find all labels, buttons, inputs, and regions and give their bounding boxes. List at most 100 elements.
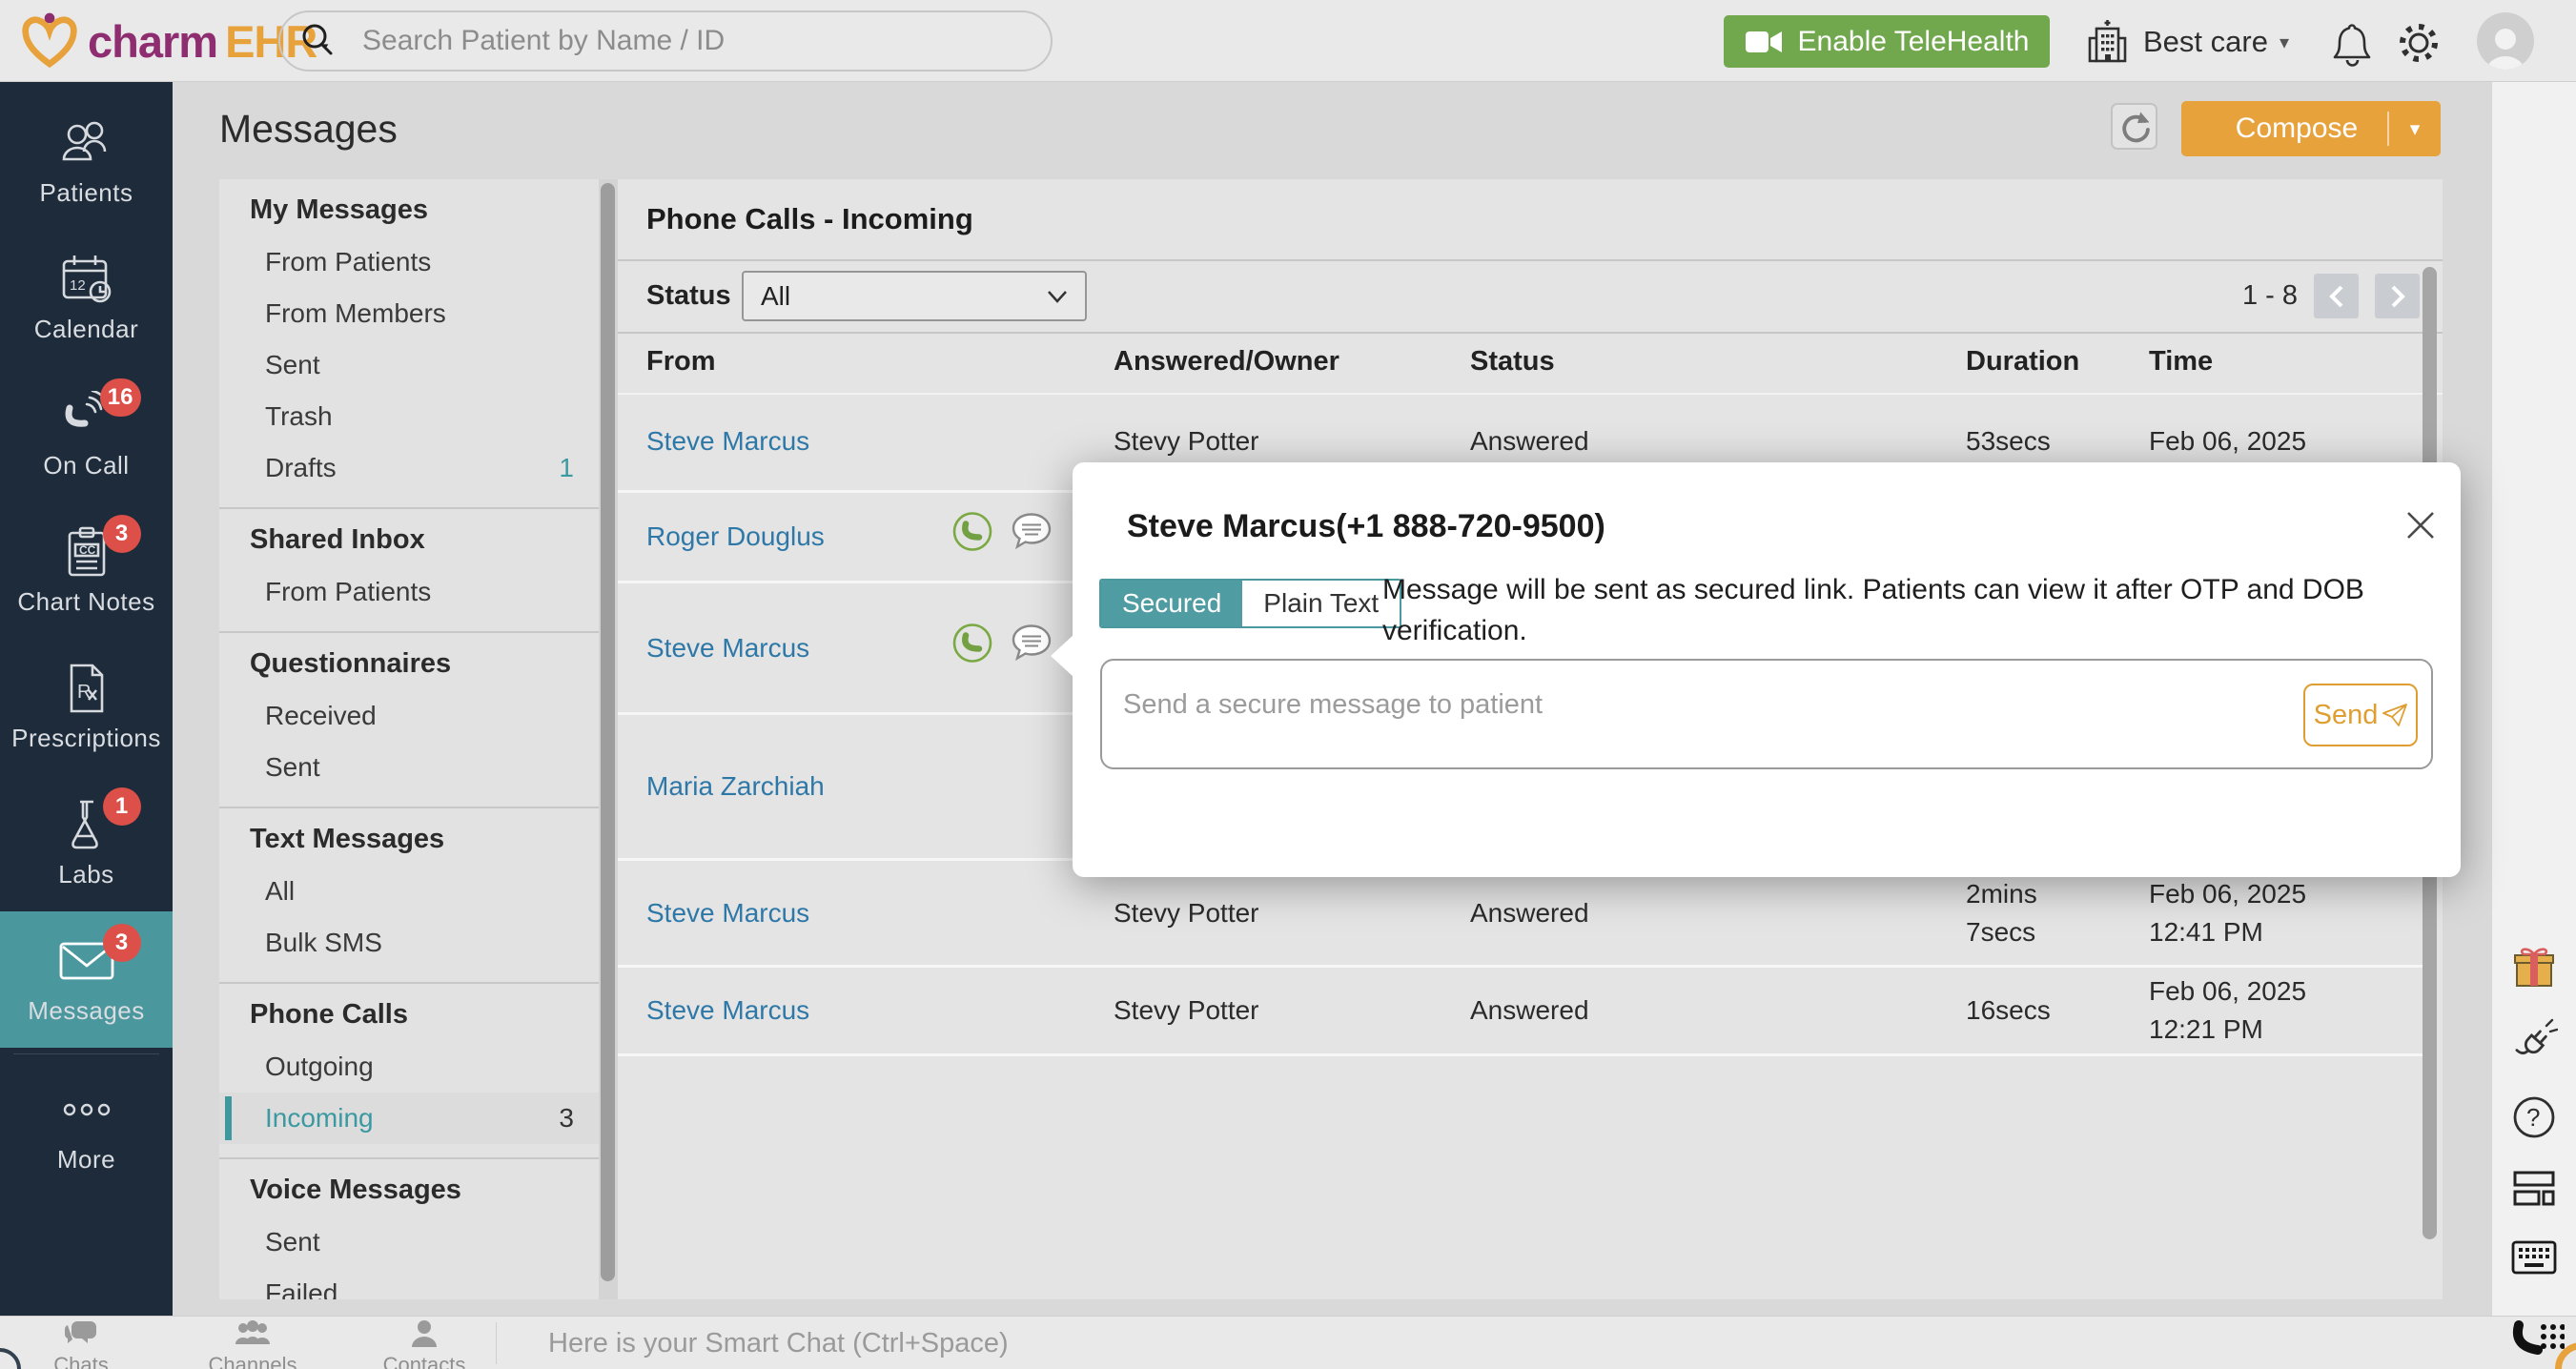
nav-item-sent[interactable]: Sent (219, 742, 599, 793)
sidebar-item-label: Messages (28, 996, 145, 1026)
help-icon[interactable]: ? (2511, 1094, 2557, 1145)
duration-cell: 2mins7secs (1966, 875, 2037, 951)
call-phone-icon[interactable] (951, 511, 993, 563)
caller-name-link[interactable]: Steve Marcus (646, 991, 809, 1030)
divider (13, 1053, 159, 1054)
secure-message-textarea[interactable]: Send a secure message to patient Send (1100, 659, 2433, 769)
nav-item-sent[interactable]: Sent (219, 1216, 599, 1268)
time-cell: Feb 06, 202512:41 PM (2149, 875, 2306, 951)
practice-selector[interactable]: Best care ▾ (2082, 17, 2289, 67)
nav-item-label: From Patients (265, 566, 574, 618)
sidebar-item-chart-notes[interactable]: CC3Chart Notes (0, 502, 173, 639)
nav-item-drafts[interactable]: Drafts1 (219, 442, 599, 494)
caller-name-link[interactable]: Maria Zarchiah (646, 767, 825, 806)
nav-group-header: Text Messages (219, 812, 599, 866)
layout-icon[interactable] (2511, 1169, 2557, 1214)
sidebar-item-messages[interactable]: 3Messages (0, 911, 173, 1048)
chats-icon (64, 1319, 98, 1353)
gift-icon[interactable] (2510, 944, 2558, 996)
next-page-button[interactable] (2375, 274, 2420, 318)
contacts-icon (411, 1319, 438, 1353)
compose-button[interactable]: Compose ▾ (2181, 101, 2441, 156)
nav-item-received[interactable]: Received (219, 690, 599, 742)
nav-item-from-patients[interactable]: From Patients (219, 566, 599, 618)
compose-label: Compose (2181, 112, 2387, 145)
bottom-tab-channels[interactable]: Channels (181, 1319, 324, 1369)
nav-group-header: Shared Inbox (219, 513, 599, 566)
settings-gear-icon[interactable] (2395, 19, 2443, 72)
notifications-bell-icon[interactable] (2330, 17, 2374, 73)
send-message-icon[interactable] (1011, 623, 1053, 673)
sidebar-item-label: On Call (43, 451, 129, 480)
caller-name-link[interactable]: Steve Marcus (646, 629, 809, 667)
top-header: charmEHR Search Patient by Name / ID Ena… (0, 0, 2576, 82)
smart-chat-input[interactable]: Here is your Smart Chat (Ctrl+Space) (548, 1317, 1009, 1369)
plug-icon[interactable] (2510, 1018, 2558, 1071)
owner-cell: Stevy Potter (1114, 422, 1259, 460)
call-phone-icon[interactable] (951, 622, 993, 674)
paper-plane-icon (2382, 704, 2407, 726)
chevron-left-icon (2327, 284, 2346, 309)
bottom-tab-chats[interactable]: Chats (10, 1319, 153, 1369)
svg-text:CC: CC (79, 543, 96, 557)
enable-telehealth-button[interactable]: Enable TeleHealth (1724, 15, 2050, 68)
sidebar-item-more[interactable]: More (0, 1060, 173, 1196)
sidebar-item-prescriptions[interactable]: RPrescriptions (0, 639, 173, 775)
message-mode-tabs: Secured Plain Text (1099, 579, 1401, 628)
user-avatar[interactable] (2477, 12, 2534, 70)
nav-item-trash[interactable]: Trash (219, 391, 599, 442)
compose-dropdown-caret-icon[interactable]: ▾ (2389, 117, 2441, 141)
tab-secured[interactable]: Secured (1101, 581, 1242, 626)
sidebar-item-calendar[interactable]: 12Calendar (0, 230, 173, 366)
nav-group-header: Voice Messages (219, 1163, 599, 1216)
owner-cell: Stevy Potter (1114, 991, 1259, 1030)
sidebar-item-label: Calendar (34, 315, 139, 344)
send-button[interactable]: Send (2303, 684, 2418, 746)
nav-scrollbar-thumb[interactable] (601, 183, 615, 1281)
nav-group-phone-calls: Phone CallsOutgoingIncoming3 (219, 984, 599, 1159)
caller-name-link[interactable]: Roger Douglus (646, 518, 825, 556)
nav-item-failed[interactable]: Failed (219, 1268, 599, 1299)
nav-item-sent[interactable]: Sent (219, 339, 599, 391)
refresh-button[interactable] (2111, 103, 2157, 150)
nav-item-from-patients[interactable]: From Patients (219, 236, 599, 288)
tab-plain-text[interactable]: Plain Text (1242, 581, 1400, 626)
panel-title: Phone Calls - Incoming (646, 179, 973, 258)
notification-badge: 1 (103, 787, 141, 826)
nav-item-incoming[interactable]: Incoming3 (219, 1093, 599, 1144)
notification-badge: 3 (103, 515, 141, 553)
send-message-icon[interactable] (1011, 512, 1053, 562)
nav-item-bulk-sms[interactable]: Bulk SMS (219, 917, 599, 969)
sidebar-item-patients[interactable]: Patients (0, 93, 173, 230)
heart-logo-icon (19, 10, 80, 72)
table-row[interactable]: Steve MarcusStevy PotterAnswered16secsFe… (618, 968, 2425, 1056)
svg-text:?: ? (2526, 1103, 2540, 1132)
page-title: Messages (219, 107, 398, 152)
nav-item-from-members[interactable]: From Members (219, 288, 599, 339)
nav-group-header: Phone Calls (219, 988, 599, 1041)
sidebar-item-on-call[interactable]: 16 On Call (0, 366, 173, 502)
sidebar-item-labs[interactable]: 1Labs (0, 775, 173, 911)
keyboard-icon[interactable] (2510, 1239, 2558, 1280)
close-icon[interactable] (2400, 504, 2442, 546)
status-filter-row: Status All 1 - 8 (618, 260, 2443, 332)
column-header-status: Status (1470, 334, 1555, 393)
nav-item-all[interactable]: All (219, 866, 599, 917)
channels-icon (234, 1319, 272, 1353)
caller-name-link[interactable]: Steve Marcus (646, 894, 809, 932)
send-label: Send (2314, 700, 2379, 731)
status-filter-value: All (761, 281, 790, 312)
prev-page-button[interactable] (2314, 274, 2359, 318)
bottom-tab-contacts[interactable]: Contacts (353, 1319, 496, 1369)
status-cell: Answered (1470, 894, 1589, 932)
owner-cell: Stevy Potter (1114, 894, 1259, 932)
nav-item-label: All (265, 866, 574, 917)
status-filter-select[interactable]: All (742, 271, 1087, 321)
column-header-from: From (646, 334, 716, 393)
nav-item-label: Failed (265, 1268, 574, 1299)
notification-badge: 16 (100, 378, 141, 417)
nav-item-outgoing[interactable]: Outgoing (219, 1041, 599, 1093)
bottom-tab-label: Channels (209, 1353, 297, 1369)
patient-search-input[interactable]: Search Patient by Name / ID (278, 10, 1053, 72)
caller-name-link[interactable]: Steve Marcus (646, 422, 809, 460)
